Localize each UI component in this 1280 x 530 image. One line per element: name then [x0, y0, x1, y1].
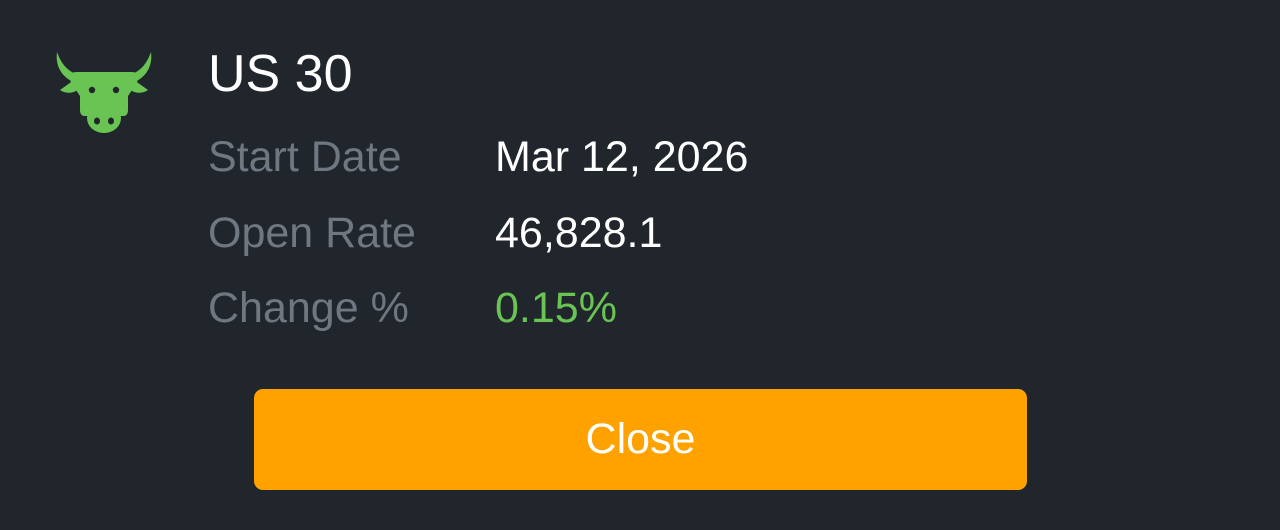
open-rate-label: Open Rate	[208, 209, 416, 257]
change-label: Change %	[208, 284, 409, 332]
position-details-dialog: US 30 Start Date Mar 12, 2026 Open Rate …	[0, 0, 1280, 530]
start-date-label: Start Date	[208, 133, 402, 181]
open-rate-value: 46,828.1	[495, 209, 663, 257]
start-date-value: Mar 12, 2026	[495, 133, 749, 181]
instrument-title: US 30	[208, 45, 353, 103]
bull-icon	[56, 52, 152, 133]
change-value: 0.15%	[495, 284, 617, 332]
close-button[interactable]: Close	[254, 389, 1027, 490]
